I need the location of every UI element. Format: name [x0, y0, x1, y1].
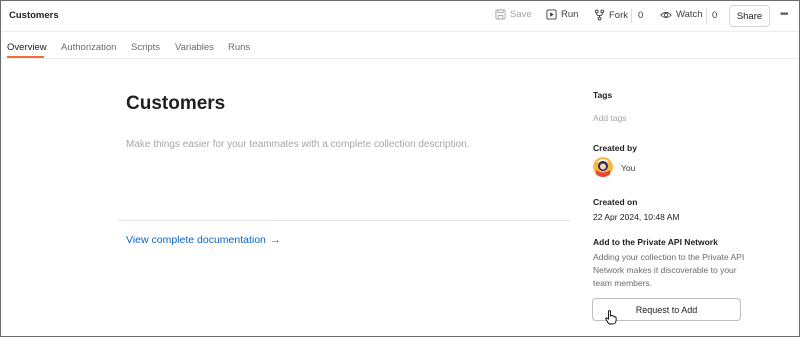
arrow-right-icon: →	[269, 234, 281, 246]
tab-bar: Overview Authorization Scripts Variables…	[1, 32, 799, 59]
created-on-value: 22 Apr 2024, 10:48 AM	[593, 212, 680, 222]
created-by-user: You	[621, 163, 636, 173]
divider	[631, 9, 632, 23]
collection-name[interactable]: Customers	[126, 93, 225, 115]
watch-button[interactable]: Watch	[660, 9, 703, 20]
app-window: Customers Save Run Fork 0 Watch 0 Share …	[0, 0, 800, 337]
collection-title: Customers	[9, 10, 59, 21]
save-button[interactable]: Save	[495, 9, 532, 20]
tags-heading: Tags	[593, 90, 613, 100]
tab-runs[interactable]: Runs	[228, 42, 250, 53]
tab-overview[interactable]: Overview	[7, 42, 47, 53]
watch-label: Watch	[676, 9, 703, 20]
fork-count[interactable]: 0	[638, 10, 643, 21]
fork-icon	[594, 9, 605, 21]
description-placeholder[interactable]: Make things easier for your teammates wi…	[126, 139, 470, 150]
run-label: Run	[561, 9, 579, 20]
created-by-heading: Created by	[593, 143, 637, 153]
save-icon	[495, 9, 506, 20]
eye-icon	[660, 11, 672, 18]
share-button[interactable]: Share	[729, 5, 770, 27]
active-tab-indicator	[7, 56, 44, 58]
run-button[interactable]: Run	[546, 9, 578, 20]
created-on-heading: Created on	[593, 197, 638, 207]
divider	[706, 9, 707, 23]
section-divider	[118, 220, 571, 221]
add-tags[interactable]: Add tags	[593, 113, 627, 123]
avatar	[593, 157, 613, 177]
watch-count[interactable]: 0	[712, 10, 717, 21]
view-documentation-label: View complete documentation	[126, 234, 266, 246]
network-description: Adding your collection to the Private AP…	[593, 252, 745, 288]
view-documentation-link[interactable]: View complete documentation →	[126, 234, 281, 246]
tab-scripts[interactable]: Scripts	[131, 42, 160, 53]
run-icon	[546, 9, 557, 20]
more-horizontal-icon[interactable]: •••	[780, 9, 788, 20]
fork-button[interactable]: Fork	[594, 9, 628, 21]
collection-header: Customers Save Run Fork 0 Watch 0 Share …	[1, 1, 799, 32]
hand-cursor-icon	[605, 310, 617, 325]
user-avatar-icon	[593, 157, 613, 177]
save-label: Save	[510, 9, 532, 20]
tab-authorization[interactable]: Authorization	[61, 42, 116, 53]
network-heading: Add to the Private API Network	[593, 237, 718, 247]
fork-label: Fork	[609, 9, 628, 21]
tab-variables[interactable]: Variables	[175, 42, 214, 53]
